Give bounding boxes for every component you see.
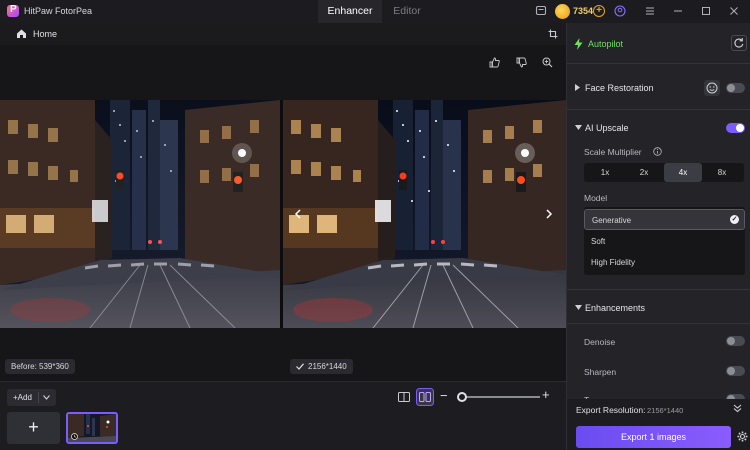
coin-balance[interactable]: 7354 + bbox=[555, 4, 605, 19]
toggle-knob bbox=[727, 367, 735, 375]
face-icon[interactable] bbox=[704, 80, 720, 96]
clock-icon bbox=[71, 433, 78, 440]
sharpen-label: Sharpen bbox=[584, 367, 617, 377]
message-icon[interactable] bbox=[535, 5, 547, 17]
enhancements-title[interactable]: Enhancements bbox=[585, 303, 645, 313]
sharpen-toggle[interactable] bbox=[726, 366, 745, 376]
after-resolution-text: 2156*1440 bbox=[308, 362, 347, 371]
refresh-icon bbox=[734, 38, 744, 48]
app-title: HitPaw FotorPea bbox=[24, 6, 93, 16]
scale-multiplier-selector: 1x 2x 4x 8x bbox=[584, 163, 744, 182]
refresh-button[interactable] bbox=[731, 35, 747, 51]
bolt-icon bbox=[574, 38, 583, 50]
title-bar: HitPaw FotorPea Enhancer Editor 7354 + bbox=[0, 0, 750, 23]
before-image[interactable] bbox=[0, 100, 280, 328]
divider bbox=[567, 109, 750, 110]
expand-arrow-icon[interactable] bbox=[575, 84, 580, 91]
zoom-in-button[interactable]: + bbox=[542, 387, 550, 402]
zoom-slider-handle[interactable] bbox=[457, 392, 467, 402]
divider bbox=[567, 63, 750, 64]
check-icon bbox=[296, 363, 304, 370]
info-icon[interactable] bbox=[653, 147, 662, 156]
collapse-arrow-icon[interactable] bbox=[575, 125, 582, 130]
close-icon[interactable] bbox=[729, 6, 739, 16]
maximize-icon[interactable] bbox=[701, 6, 711, 16]
app-logo-icon bbox=[7, 4, 19, 17]
model-option-generative[interactable]: Generative ✓ bbox=[584, 209, 745, 230]
settings-panel: Autopilot Face Restoration AI Upscale Sc… bbox=[566, 23, 750, 450]
selected-check-icon: ✓ bbox=[730, 215, 739, 224]
add-button-divider bbox=[38, 392, 39, 403]
add-image-tile[interactable]: + bbox=[7, 412, 60, 444]
export-resolution-value: 2156*1440 bbox=[647, 406, 684, 415]
model-option-high-fidelity[interactable]: High Fidelity bbox=[584, 252, 745, 273]
scale-option-1x[interactable]: 1x bbox=[586, 163, 624, 182]
ai-upscale-title[interactable]: AI Upscale bbox=[585, 123, 629, 133]
model-option-soft[interactable]: Soft bbox=[584, 231, 745, 252]
export-area: Export Resolution: 2156*1440 Export 1 im… bbox=[567, 399, 750, 450]
scale-option-4x[interactable]: 4x bbox=[664, 163, 702, 182]
divider bbox=[567, 323, 750, 324]
double-chevron-down-icon[interactable] bbox=[733, 404, 742, 413]
image-thumbnail[interactable] bbox=[66, 412, 118, 444]
account-icon[interactable] bbox=[614, 5, 626, 17]
chevron-right-icon[interactable] bbox=[545, 209, 553, 219]
chevron-down-icon[interactable] bbox=[43, 395, 50, 400]
before-resolution-badge: Before: 539*360 bbox=[5, 359, 75, 374]
toggle-knob bbox=[727, 337, 735, 345]
chevron-left-icon[interactable] bbox=[294, 209, 302, 219]
coin-count: 7354 bbox=[573, 6, 594, 16]
after-resolution-badge: 2156*1440 bbox=[290, 359, 353, 374]
single-view-icon[interactable] bbox=[397, 391, 411, 403]
add-coins-button[interactable]: + bbox=[593, 5, 605, 17]
minimize-icon[interactable] bbox=[673, 6, 683, 16]
add-button[interactable]: +Add bbox=[7, 389, 56, 406]
gear-icon[interactable] bbox=[737, 431, 748, 442]
export-resolution-label: Export Resolution: bbox=[576, 405, 646, 415]
zoom-in-icon[interactable] bbox=[542, 57, 553, 68]
home-link[interactable]: Home bbox=[33, 29, 57, 39]
thumbs-down-icon[interactable] bbox=[516, 57, 527, 68]
crop-icon[interactable] bbox=[548, 29, 558, 39]
scale-multiplier-label: Scale Multiplier bbox=[584, 147, 642, 157]
scale-option-8x[interactable]: 8x bbox=[703, 163, 741, 182]
denoise-label: Denoise bbox=[584, 337, 616, 347]
toggle-knob bbox=[727, 84, 735, 92]
ai-upscale-toggle[interactable] bbox=[726, 123, 745, 133]
home-bar: Home bbox=[0, 23, 566, 45]
face-restoration-toggle[interactable] bbox=[726, 83, 745, 93]
face-restoration-title[interactable]: Face Restoration bbox=[585, 83, 654, 93]
zoom-slider-track[interactable] bbox=[462, 396, 540, 398]
scale-option-2x[interactable]: 2x bbox=[625, 163, 663, 182]
denoise-toggle[interactable] bbox=[726, 336, 745, 346]
filmstrip: +Add + − + bbox=[0, 381, 566, 450]
tab-enhancer[interactable]: Enhancer bbox=[318, 0, 382, 23]
split-view-icon[interactable] bbox=[416, 388, 434, 406]
menu-icon[interactable] bbox=[645, 6, 655, 16]
tab-editor[interactable]: Editor bbox=[382, 0, 432, 23]
add-button-label: +Add bbox=[13, 393, 32, 402]
model-list: Generative ✓ Soft High Fidelity bbox=[584, 207, 745, 275]
autopilot-label[interactable]: Autopilot bbox=[588, 39, 623, 49]
thumbs-up-icon[interactable] bbox=[489, 57, 500, 68]
coin-icon bbox=[555, 4, 570, 19]
toggle-knob bbox=[736, 124, 744, 132]
zoom-out-button[interactable]: − bbox=[440, 388, 448, 403]
divider bbox=[567, 289, 750, 290]
model-label: Model bbox=[584, 193, 608, 203]
main-canvas: Home Before: 539*360 2156*1440 bbox=[0, 23, 566, 381]
export-button[interactable]: Export 1 images bbox=[576, 426, 731, 448]
collapse-arrow-icon[interactable] bbox=[575, 305, 582, 310]
home-icon[interactable] bbox=[16, 28, 27, 39]
after-image[interactable] bbox=[283, 100, 566, 328]
model-option-label: Generative bbox=[592, 216, 632, 225]
